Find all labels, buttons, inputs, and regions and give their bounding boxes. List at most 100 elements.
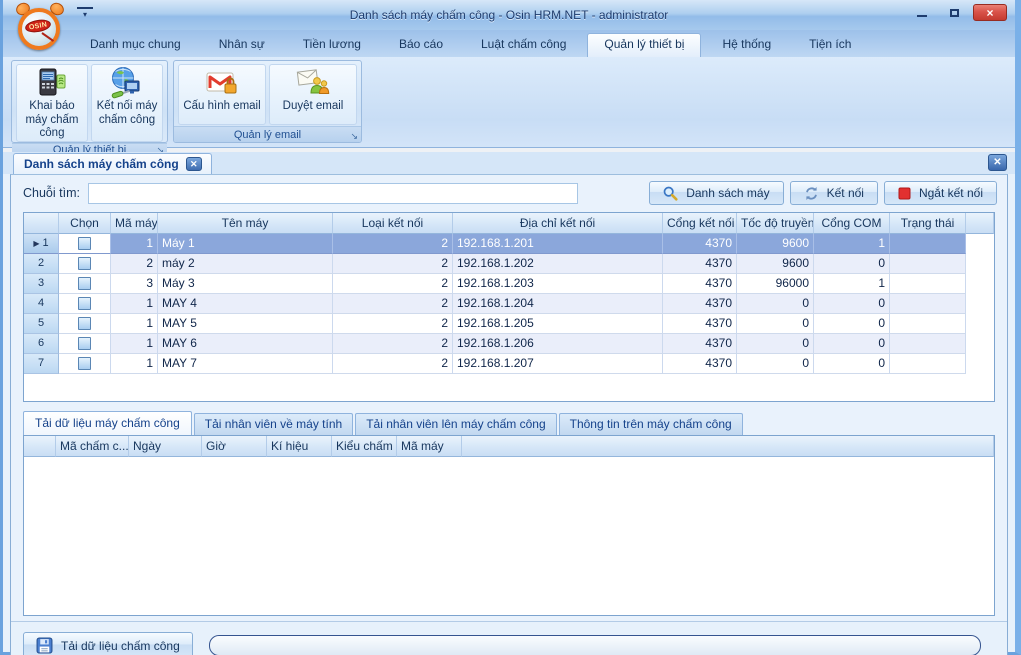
table-row[interactable]: 33Máy 32192.168.1.2034370960001 [24, 274, 994, 294]
window-controls: × [909, 4, 1007, 21]
machine-list-button[interactable]: Danh sách máy [649, 181, 783, 205]
log-column-header-3[interactable]: Giờ [202, 436, 267, 457]
row-select-checkbox[interactable] [78, 337, 91, 350]
ribbon-group-email: Cấu hình email Duyệt email [173, 60, 362, 143]
ribbon-tab-tien-ich[interactable]: Tiện ích [792, 33, 868, 57]
document-tab-close-icon[interactable]: ✕ [186, 157, 202, 171]
row-filler [966, 274, 994, 294]
log-column-header-1[interactable]: Mã chấm c... [56, 436, 129, 457]
table-row[interactable]: 61MAY 62192.168.1.206437000 [24, 334, 994, 354]
cell-7: 0 [737, 314, 814, 334]
app-logo-osin-clock-icon[interactable]: OSIN [15, 3, 65, 53]
column-header-2[interactable]: Mã máy [111, 213, 158, 234]
minimize-button[interactable] [909, 4, 935, 21]
tab-tai-nhan-vien-len-may-cham-cong[interactable]: Tải nhân viên lên máy chấm công [355, 413, 556, 435]
row-indicator: 2 [24, 254, 59, 274]
row-select-checkbox[interactable] [78, 297, 91, 310]
ribbon-tab-tien-luong[interactable]: Tiền lương [286, 33, 378, 57]
cell-4: 2 [333, 314, 453, 334]
progress-bar [209, 635, 981, 655]
button-label: Danh sách máy [686, 186, 769, 200]
cell-3: MAY 7 [158, 354, 333, 374]
configure-email-button[interactable]: Cấu hình email [178, 64, 266, 125]
row-select-checkbox[interactable] [78, 317, 91, 330]
footer-bar: Tải dữ liệu chấm công [11, 621, 1007, 655]
cell-4: 2 [333, 234, 453, 254]
disconnect-button[interactable]: Ngắt kết nối [884, 181, 997, 205]
row-select-checkbox-cell [59, 314, 111, 334]
ribbon-tab-bao-cao[interactable]: Báo cáo [382, 33, 460, 57]
bottom-tab-strip: Tải dữ liệu máy chấm côngTải nhân viên v… [23, 411, 995, 435]
ribbon-tab-he-thong[interactable]: Hệ thống [705, 33, 788, 57]
cell-9 [890, 354, 966, 374]
log-column-header-4[interactable]: Kí hiệu [267, 436, 332, 457]
log-column-header-5[interactable]: Kiểu chấm [332, 436, 397, 457]
log-column-header-filler [462, 436, 994, 457]
cell-5: 192.168.1.202 [453, 254, 663, 274]
table-row[interactable]: 22máy 22192.168.1.202437096000 [24, 254, 994, 274]
content-panel: Chuỗi tìm: Danh sách máy Kết nối [10, 174, 1008, 655]
log-row-indicator-header [24, 436, 56, 457]
tab-tai-du-lieu-may-cham-cong[interactable]: Tải dữ liệu máy chấm công [23, 411, 192, 435]
column-header-1[interactable]: Chọn [59, 213, 111, 234]
globe-network-icon [110, 66, 144, 100]
ribbon-tab-danh-muc-chung[interactable]: Danh mục chung [73, 33, 198, 57]
log-column-header-6[interactable]: Mã máy [397, 436, 462, 457]
ribbon-tab-luat-cham-cong[interactable]: Luật chấm công [464, 33, 583, 57]
cell-7: 0 [737, 294, 814, 314]
log-column-header-2[interactable]: Ngày [129, 436, 202, 457]
column-header-6[interactable]: Cổng kết nối [663, 213, 737, 234]
clock-hand [41, 32, 54, 42]
selected-row-arrow-icon: ▶ [33, 239, 39, 248]
browse-email-button[interactable]: Duyệt email [269, 64, 357, 125]
mail-contacts-icon [296, 66, 330, 100]
ribbon-group-email-buttons: Cấu hình email Duyệt email [174, 61, 361, 126]
document-tab-device-list[interactable]: Danh sách máy chấm công ✕ [13, 153, 212, 174]
column-header-4[interactable]: Loại kết nối [333, 213, 453, 234]
maximize-icon [950, 9, 959, 17]
column-header-8[interactable]: Cổng COM [814, 213, 890, 234]
download-attendance-data-button[interactable]: Tải dữ liệu chấm công [23, 632, 193, 655]
row-select-checkbox[interactable] [78, 357, 91, 370]
dialog-launcher-icon[interactable]: ↘ [350, 131, 358, 142]
cell-9 [890, 254, 966, 274]
ribbon-tab-nhan-su[interactable]: Nhân sự [202, 33, 282, 57]
cell-8: 0 [814, 314, 890, 334]
cell-5: 192.168.1.205 [453, 314, 663, 334]
row-indicator: 4 [24, 294, 59, 314]
connect-attendance-machine-button[interactable]: Kết nối máy chấm công [91, 64, 163, 142]
column-header-3[interactable]: Tên máy [158, 213, 333, 234]
tab-tai-nhan-vien-ve-may-tinh[interactable]: Tải nhân viên về máy tính [194, 413, 353, 435]
table-row[interactable]: ▶11Máy 12192.168.1.201437096001 [24, 234, 994, 254]
close-button[interactable]: × [973, 4, 1007, 21]
cell-3: máy 2 [158, 254, 333, 274]
ribbon-group-devices-buttons: Khai báo máy chấm công [12, 61, 167, 143]
ribbon-tab-quan-ly-thiet-bi[interactable]: Quản lý thiết bị [587, 33, 701, 57]
quick-access-dropdown-icon[interactable]: ▾ [77, 7, 93, 21]
cell-8: 1 [814, 274, 890, 294]
table-row[interactable]: 51MAY 52192.168.1.205437000 [24, 314, 994, 334]
tab-thong-tin-tren-may-cham-cong[interactable]: Thông tin trên máy chấm công [559, 413, 743, 435]
row-select-checkbox[interactable] [78, 257, 91, 270]
row-select-checkbox[interactable] [78, 277, 91, 290]
search-input[interactable] [88, 183, 578, 204]
panel-close-button[interactable]: ✕ [988, 154, 1007, 171]
cell-6: 4370 [663, 354, 737, 374]
connect-button[interactable]: Kết nối [790, 181, 878, 205]
cell-4: 2 [333, 254, 453, 274]
close-icon: × [986, 6, 993, 20]
row-filler [966, 354, 994, 374]
column-header-5[interactable]: Địa chỉ kết nối [453, 213, 663, 234]
declare-attendance-machine-button[interactable]: Khai báo máy chấm công [16, 64, 88, 142]
cell-7: 0 [737, 354, 814, 374]
cell-6: 4370 [663, 274, 737, 294]
column-header-7[interactable]: Tốc độ truyền [737, 213, 814, 234]
table-row[interactable]: 71MAY 72192.168.1.207437000 [24, 354, 994, 374]
group-caption-label: Quản lý email [234, 129, 301, 141]
row-select-checkbox[interactable] [78, 237, 91, 250]
stop-icon [898, 187, 911, 200]
column-header-9[interactable]: Trạng thái [890, 213, 966, 234]
maximize-button[interactable] [941, 4, 967, 21]
ribbon-tab-strip: Danh mục chungNhân sựTiền lươngBáo cáoLu… [3, 30, 1015, 57]
table-row[interactable]: 41MAY 42192.168.1.204437000 [24, 294, 994, 314]
